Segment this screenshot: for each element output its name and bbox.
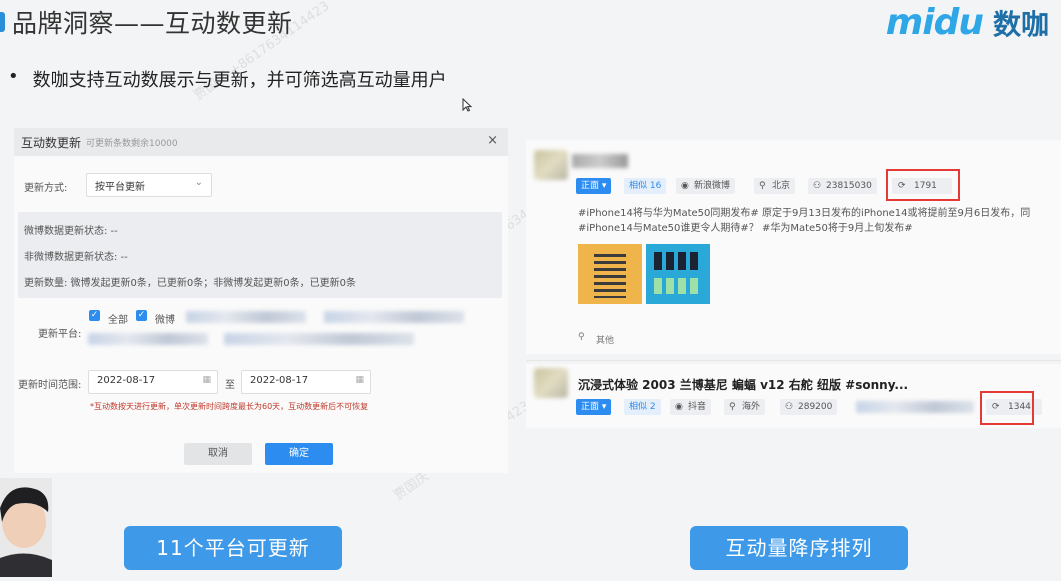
location-pin-icon: ⚲ [729,402,736,412]
location-name: 北京 [772,181,791,191]
username-blurred [572,154,628,168]
location-tag: ⚲ 北京 [754,178,796,194]
post-card[interactable]: 正面 ▾ 相似 16 ◉ 新浪微博 ⚲ 北京 ⚇ 23815030 ⟳ 1791 #iP… [526,140,1061,354]
location-tag: ⚲ 海外 [724,399,766,415]
page-title: 品牌洞察——互动数更新 [12,9,293,38]
checkbox-weibo[interactable]: ✓ [136,310,147,321]
platform-name: 新浪微博 [694,181,731,191]
bullet-point: • 数咖支持互动数展示与更新，并可筛选高互动量用户 [8,66,447,92]
time-range-label: 更新时间范围: [18,380,82,391]
checkbox-all-label: 全部 [108,315,128,326]
mouse-cursor-icon [462,97,473,115]
platform-options-blurred [186,311,306,323]
similar-tag[interactable]: 相似 16 [624,178,667,194]
sentiment-dropdown[interactable]: 正面 ▾ [576,399,612,415]
chevron-down-icon: ⌄ [194,177,203,188]
post-title[interactable]: 沉浸式体验 2003 兰博基尼 蝙蝠 v12 右舵 纽版 #sonny... [578,376,908,393]
user-icon: ⚇ [813,181,822,191]
title-accent-bar [0,12,5,32]
presenter-webcam [0,478,52,577]
platform-label: 更新平台: [38,329,82,340]
logo-cn: 数咖 [992,7,1049,41]
calendar-icon: ▦ [355,375,364,385]
sentiment-dropdown[interactable]: 正面 ▾ [576,178,612,194]
dialog-header: 互动数更新 可更新条数剩余10000 × [14,128,508,156]
divider [526,360,1061,361]
sort-desc-callout: 互动量降序排列 [690,526,908,570]
update-method-value: 按平台更新 [95,182,145,193]
highlight-box [886,169,960,201]
fans-count: 289200 [798,402,833,412]
post-text-line: #iPhone14与Mate50谁更令人期待#？ #华为Mate50将于9月上旬… [578,223,913,234]
platform-options-blurred [224,333,414,345]
location-name: 海外 [742,402,761,412]
update-method-select[interactable]: 按平台更新 ⌄ [86,173,212,197]
fans-tag: ⚇ 289200 [780,399,838,415]
non-weibo-status: 非微博数据更新状态: -- [24,252,128,263]
update-count: 更新数量: 微博发起更新0条，已更新0条；非微博发起更新0条，已更新0条 [24,278,356,289]
post-image[interactable] [646,244,710,304]
interaction-update-dialog: 互动数更新 可更新条数剩余10000 × 更新方式: 按平台更新 ⌄ 微博数据更… [14,128,508,473]
date-separator: 至 [225,380,235,391]
weibo-status: 微博数据更新状态: -- [24,226,118,237]
platform-options-blurred [88,333,208,345]
checkbox-all[interactable]: ✓ [89,310,100,321]
post-text-line: #iPhone14将与华为Mate50同期发布# 原定于9月13日发布的iPho… [578,208,1031,219]
cancel-button[interactable]: 取消 [184,443,252,465]
platform-options-blurred [324,311,464,323]
bullet-marker: • [8,66,19,87]
image-content [654,252,702,270]
avatar [534,150,568,180]
user-icon: ⚇ [785,402,794,412]
location-pin-icon: ⚲ [759,181,766,191]
highlight-box [980,391,1034,425]
avatar [534,368,568,398]
date-to-value: 2022-08-17 [250,375,309,386]
close-icon[interactable]: × [487,133,498,148]
platform-tag: ◉ 新浪微博 [676,178,736,194]
method-label: 更新方式: [24,183,68,194]
similar-tag[interactable]: 相似 2 [624,399,661,415]
location-pin-icon: ⚲ [578,332,585,342]
date-from-value: 2022-08-17 [97,375,156,386]
image-content [654,278,702,294]
confirm-button[interactable]: 确定 [265,443,333,465]
compass-icon: ◉ [675,402,683,412]
brand-logo: midu 数咖 [886,2,1049,43]
date-from-input[interactable]: 2022-08-17 ▦ [88,370,218,394]
post-image[interactable] [578,244,642,304]
logo-wordmark: midu [885,2,984,43]
blurred-tag [856,401,974,413]
image-content [594,254,626,298]
fans-count: 23815030 [826,181,872,191]
post-card[interactable]: 沉浸式体验 2003 兰博基尼 蝙蝠 v12 右舵 纽版 #sonny... 正… [526,364,1061,428]
dialog-subtitle: 可更新条数剩余10000 [86,139,178,149]
calendar-icon: ▦ [202,375,211,385]
dialog-title: 互动数更新 [21,136,82,150]
compass-icon: ◉ [681,181,689,191]
post-location: 其他 [596,336,615,346]
date-to-input[interactable]: 2022-08-17 ▦ [241,370,371,394]
platform-tag: ◉ 抖音 [670,399,712,415]
platform-name: 抖音 [688,402,707,412]
bullet-text: 数咖支持互动数展示与更新，并可筛选高互动量用户 [32,70,447,91]
update-status-panel: 微博数据更新状态: -- 非微博数据更新状态: -- 更新数量: 微博发起更新0… [18,212,502,298]
fans-tag: ⚇ 23815030 [808,178,877,194]
checkbox-weibo-label: 微博 [155,315,175,326]
update-note: *互动数按天进行更新，单次更新时间跨度最长为60天，互动数更新后不可恢复 [90,402,369,411]
platform-count-callout: 11个平台可更新 [124,526,342,570]
